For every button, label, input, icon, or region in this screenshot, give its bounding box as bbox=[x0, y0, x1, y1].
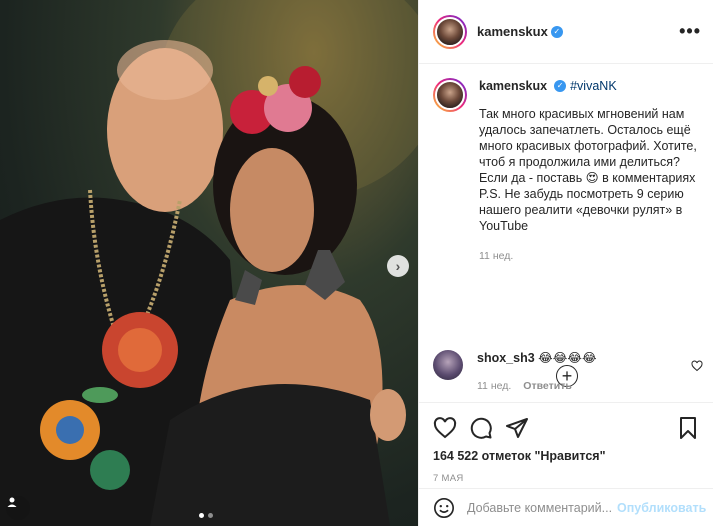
user-tag-icon[interactable] bbox=[6, 496, 30, 520]
likes-count[interactable]: 164 522 отметок "Нравится" bbox=[433, 449, 700, 463]
reply-button[interactable]: Ответить bbox=[523, 378, 572, 394]
post-side-panel: kamenskux ✓ ••• kamenskux ✓ #vivaNK Так … bbox=[418, 0, 713, 526]
smile-icon[interactable] bbox=[433, 497, 455, 519]
add-comment-bar: Опубликовать bbox=[419, 488, 713, 526]
header-username[interactable]: kamenskux bbox=[477, 24, 548, 39]
share-icon[interactable] bbox=[505, 416, 529, 440]
carousel-dots bbox=[199, 513, 213, 518]
post-header: kamenskux ✓ ••• bbox=[419, 0, 713, 64]
caption-text: Так много красивых мгновений нам удалось… bbox=[479, 107, 697, 233]
photo-illustration bbox=[0, 0, 418, 526]
caption-username[interactable]: kamenskux bbox=[479, 78, 547, 94]
comment-avatar[interactable] bbox=[433, 350, 463, 380]
post-photo[interactable]: › bbox=[0, 0, 418, 526]
caption: kamenskux ✓ #vivaNK Так много красивых м… bbox=[433, 78, 699, 264]
avatar[interactable] bbox=[433, 14, 467, 49]
bookmark-icon[interactable] bbox=[676, 416, 700, 440]
action-bar: 164 522 отметок "Нравится" 7 МАЯ bbox=[419, 402, 713, 484]
chevron-right-icon[interactable]: › bbox=[387, 255, 409, 277]
carousel-dot bbox=[208, 513, 213, 518]
publish-button[interactable]: Опубликовать bbox=[617, 501, 706, 515]
verified-icon: ✓ bbox=[550, 25, 563, 38]
verified-icon: ✓ bbox=[554, 80, 567, 92]
caption-avatar[interactable] bbox=[433, 78, 467, 112]
post-date: 7 МАЯ bbox=[433, 473, 464, 484]
comment-input[interactable] bbox=[467, 500, 617, 515]
comment-text: 😂😂😂😂 bbox=[538, 351, 597, 365]
more-icon[interactable]: ••• bbox=[679, 21, 701, 42]
comment-icon[interactable] bbox=[469, 416, 493, 440]
comment-age: 11 нед. bbox=[477, 380, 512, 392]
comment-username[interactable]: shox_sh3 bbox=[477, 351, 535, 365]
hashtag-link[interactable]: #vivaNK bbox=[570, 78, 617, 94]
carousel-dot bbox=[199, 513, 204, 518]
caption-age: 11 нед. bbox=[479, 250, 514, 262]
comment-item: shox_sh3 😂😂😂😂 11 нед. Ответить bbox=[433, 350, 703, 394]
comment-like-icon[interactable] bbox=[691, 360, 703, 372]
heart-icon[interactable] bbox=[433, 416, 457, 440]
